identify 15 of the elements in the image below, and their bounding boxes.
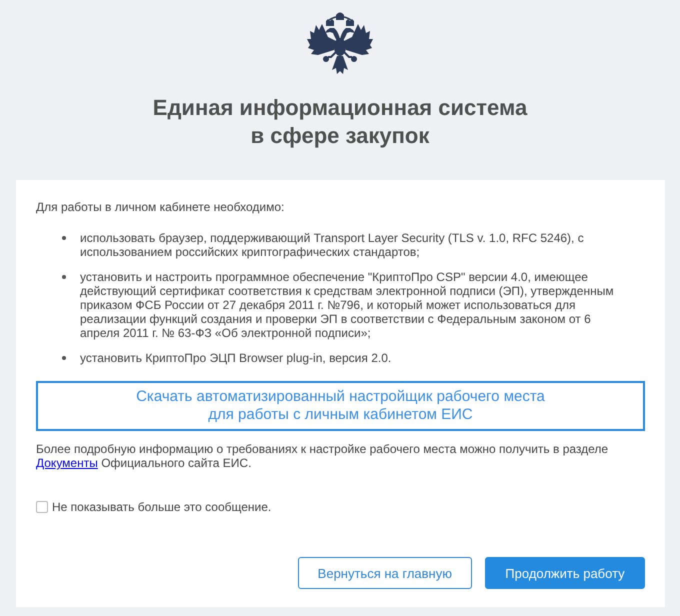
continue-button[interactable]: Продолжить работу [485, 557, 645, 589]
requirement-text: использовать браузер, поддерживающий Transport Layer Security (TLS v. 1.0, RFC 5246), с использованием российских криптографических стандартов; [80, 231, 585, 259]
bullet-icon [62, 236, 66, 240]
intro-text: Для работы в личном кабинете необходимо: [36, 200, 286, 214]
download-button[interactable]: Скачать автоматизированный настройщик рабочего места для работы с личным кабинетом ЕИС [36, 381, 645, 431]
info-paragraph: Более подробную информацию о требованиях к настройке рабочего места можно получить в разделе Документы Официального сайта ЕИС. [36, 442, 610, 470]
bullet-icon [62, 275, 66, 279]
page-title: Единая информационная система в сфере закупок [152, 94, 528, 150]
back-button[interactable]: Вернуться на главную [298, 557, 472, 589]
checkbox[interactable] [36, 501, 48, 513]
requirement-text: установить КриптоПро ЭЦП Browser plug-in, версия 2.0. [80, 351, 392, 365]
bullet-icon [62, 356, 66, 360]
requirement-text: установить и настроить программное обеспечение "КриптоПро CSP" версии 4.0, имеющее действующий сертификат соответствия к средствам электронной подписи (ЭП), утвержденным приказом ФСБ России от 27 декабря 2011 г. №796, и который может использоваться для реализации функций создания и проверки ЭП в соответствии с Федеральным законом от 6 апреля 2011 г. № 63-ФЗ «Об электронной подписи»; [80, 270, 615, 340]
checkbox-label[interactable]: Не показывать больше это сообщение. [52, 500, 272, 514]
documents-link[interactable]: Документы [36, 456, 98, 470]
